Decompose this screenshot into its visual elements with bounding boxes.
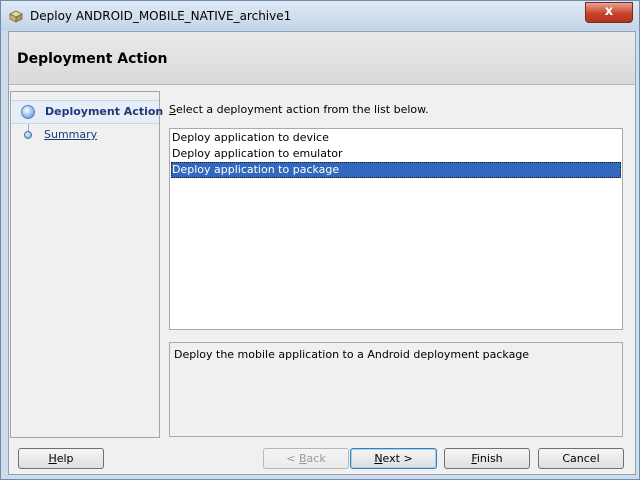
list-item[interactable]: Deploy application to device [171, 130, 621, 146]
nav-item-label: Deployment Action [45, 105, 164, 118]
current-step-icon [21, 105, 35, 119]
list-item-label: Deploy application to emulator [172, 147, 343, 160]
close-icon: x [604, 4, 614, 19]
list-item-label: Deploy application to device [172, 131, 329, 144]
close-button[interactable]: x [585, 2, 633, 23]
list-item-selected[interactable]: Deploy application to package [171, 162, 621, 178]
back-prefix: < [286, 452, 299, 465]
help-button[interactable]: Help [18, 448, 104, 469]
nav-item-summary[interactable]: Summary [11, 124, 159, 146]
description-panel: Deploy the mobile application to a Andro… [169, 342, 623, 437]
cancel-button[interactable]: Cancel [538, 448, 624, 469]
deploy-dialog: Deploy ANDROID_MOBILE_NATIVE_archive1 x … [0, 0, 640, 480]
nav-item-deployment-action[interactable]: Deployment Action [11, 100, 163, 124]
next-mnemonic: N [374, 452, 383, 465]
instruction-rest: elect a deployment action from the list … [175, 103, 429, 116]
instruction-mnemonic: S [169, 103, 176, 116]
wizard-nav: Deployment Action Summary [10, 91, 163, 438]
next-label: ext > [382, 452, 413, 465]
list-item-label: Deploy application to package [172, 163, 340, 176]
next-button[interactable]: Next > [350, 448, 437, 469]
window-title: Deploy ANDROID_MOBILE_NATIVE_archive1 [30, 9, 292, 23]
page-title: Deployment Action [17, 51, 168, 67]
finish-button[interactable]: Finish [444, 448, 530, 469]
nav-item-label: Summary [44, 128, 98, 141]
dialog-body: Deployment Action Deployment Action Summ… [8, 31, 636, 475]
help-label: elp [56, 452, 74, 465]
back-button[interactable]: < Back [263, 448, 349, 469]
finish-label: inish [476, 452, 503, 465]
deploy-package-icon [9, 10, 23, 23]
back-label: ack [306, 452, 326, 465]
deployment-action-list[interactable]: Deploy application to device Deploy appl… [169, 128, 623, 330]
instruction-text: Select a deployment action from the list… [169, 103, 429, 116]
help-mnemonic: H [48, 452, 57, 465]
description-text: Deploy the mobile application to a Andro… [174, 348, 530, 361]
back-mnemonic: B [299, 452, 307, 465]
cancel-label: Cancel [562, 452, 600, 465]
pending-step-icon [24, 131, 32, 139]
header-band: Deployment Action [9, 32, 635, 85]
list-item[interactable]: Deploy application to emulator [171, 146, 621, 162]
title-bar[interactable]: Deploy ANDROID_MOBILE_NATIVE_archive1 x [1, 1, 639, 31]
